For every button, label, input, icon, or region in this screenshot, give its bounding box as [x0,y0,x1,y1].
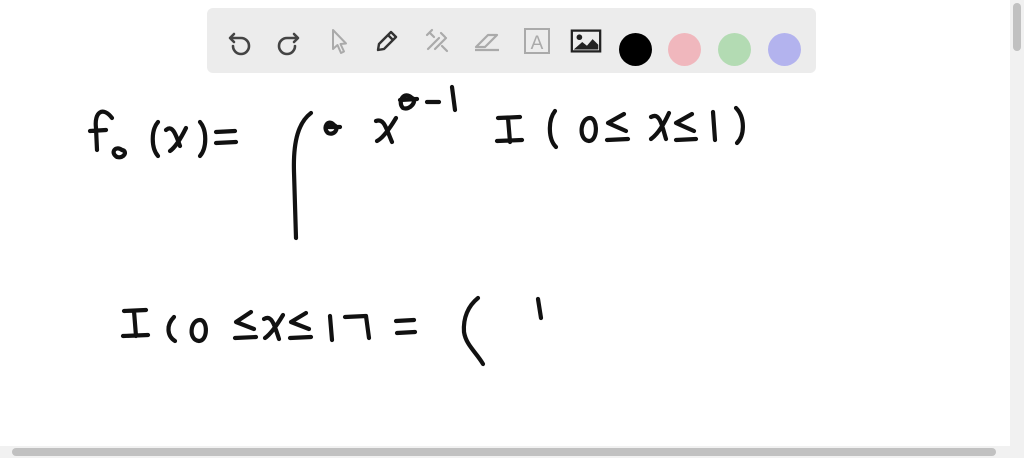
ink-close-paren [197,119,208,159]
ink-exp-theta [397,93,420,111]
ink-leq3 [232,309,259,341]
ink-x [163,125,189,154]
pen-tool-button[interactable] [370,24,404,58]
ink-exp-one [449,84,458,113]
ink-leq4 [287,310,314,341]
ink-zero2 [189,317,208,344]
ink-close-bracket [342,313,372,341]
redo-icon [277,32,300,56]
ink-one [710,109,718,143]
ink-one3 [535,296,544,321]
pointer-icon [332,29,347,54]
image-tool-button[interactable] [569,24,603,58]
ink-equals [213,128,239,146]
color-green-swatch[interactable] [718,33,751,66]
image-icon [570,29,602,53]
color-red-swatch[interactable] [668,33,701,66]
svg-text:A: A [531,33,544,54]
ink-f [87,109,115,153]
vertical-scroll-thumb[interactable] [1013,3,1021,51]
ink-x3 [648,110,672,142]
vertical-scrollbar[interactable] [1010,0,1024,446]
horizontal-scroll-thumb[interactable] [12,448,996,456]
ink-theta [323,120,343,136]
horizontal-scrollbar[interactable] [0,446,1024,458]
text-tool-button[interactable]: A [520,24,554,58]
ink-leq2 [673,111,699,143]
ink-close-paren2 [733,105,745,146]
ink-I [494,114,525,145]
ink-subscript-theta [111,146,127,160]
ink-I2 [120,307,151,339]
ink-brace-2 [461,295,486,367]
wrench-hammer-icon [425,28,449,53]
text-box-icon: A [524,28,550,54]
undo-icon [228,32,251,56]
ink-x4 [261,312,286,342]
ink-open-paren3 [166,314,178,344]
eraser-icon [474,33,499,52]
ink-one2 [327,313,335,343]
ink-brace-1 [291,110,314,241]
select-tool-button[interactable] [321,24,355,58]
ink-open-paren [150,119,161,159]
ink-zero [579,115,598,144]
color-blue-swatch[interactable] [768,33,801,66]
ink-x2 [373,115,399,145]
redo-button[interactable] [271,24,305,58]
color-black-swatch[interactable] [619,33,652,66]
drawing-toolbar: A [207,8,816,73]
ink-leq [604,111,631,143]
ink-equals2 [393,317,418,336]
ink-open-paren2 [547,108,559,150]
undo-button[interactable] [223,24,257,58]
pencil-icon [376,30,398,52]
tools-button[interactable] [420,24,454,58]
eraser-tool-button[interactable] [470,24,504,58]
